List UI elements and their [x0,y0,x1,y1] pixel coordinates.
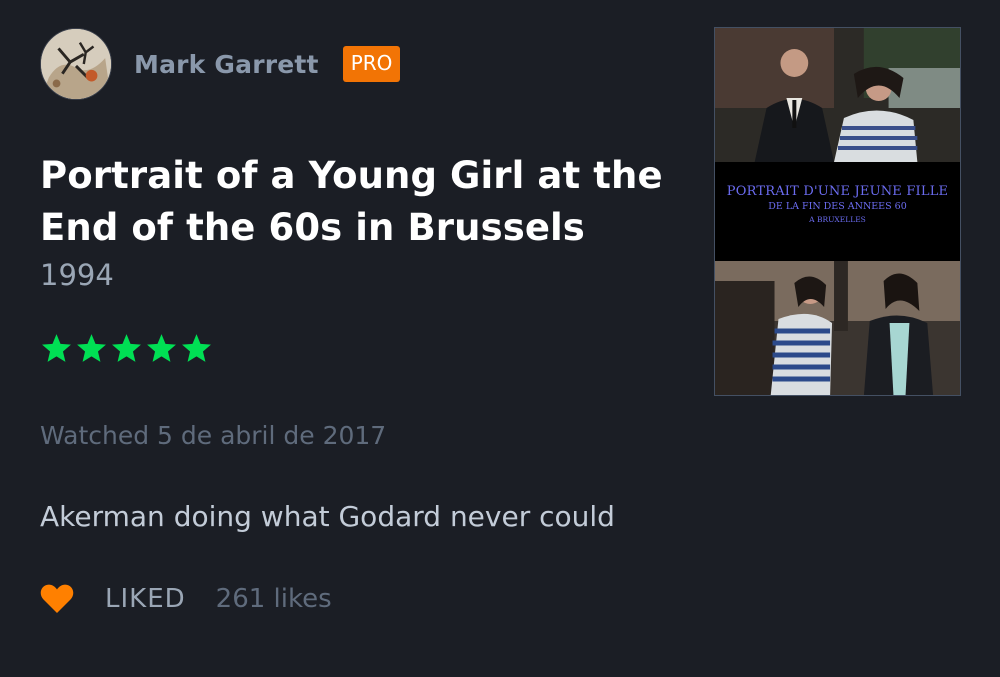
heart-icon[interactable] [40,583,74,614]
film-year[interactable]: 1994 [40,258,114,292]
liked-label: LIKED [105,583,186,614]
review-footer: LIKED 261 likes [40,583,332,614]
poster-title-line3: A BRUXELLES [809,215,866,224]
poster-title-band: PORTRAIT D'UNE JEUNE FILLE DE LA FIN DES… [715,162,960,261]
poster-bottom-image [715,261,960,395]
watched-date: Watched 5 de abril de 2017 [40,421,387,450]
star-rating [40,332,215,367]
poster-top-image [715,28,960,162]
review-header: Mark Garrett PRO [40,28,401,100]
star-icon [40,332,75,367]
film-title[interactable]: Portrait of a Young Girl at the End of t… [40,150,690,254]
star-icon [180,332,215,367]
avatar-image [41,29,111,99]
film-poster[interactable]: PORTRAIT D'UNE JEUNE FILLE DE LA FIN DES… [714,27,961,396]
review-text: Akerman doing what Godard never could [40,500,615,533]
star-icon [145,332,180,367]
username[interactable]: Mark Garrett [134,50,319,79]
star-icon [75,332,110,367]
likes-count[interactable]: 261 likes [216,584,332,614]
poster-title-line1: PORTRAIT D'UNE JEUNE FILLE [726,184,949,199]
poster-title-line2: DE LA FIN DES ANNEES 60 [768,201,907,212]
star-icon [110,332,145,367]
user-avatar[interactable] [40,28,112,100]
pro-badge: PRO [342,46,401,82]
